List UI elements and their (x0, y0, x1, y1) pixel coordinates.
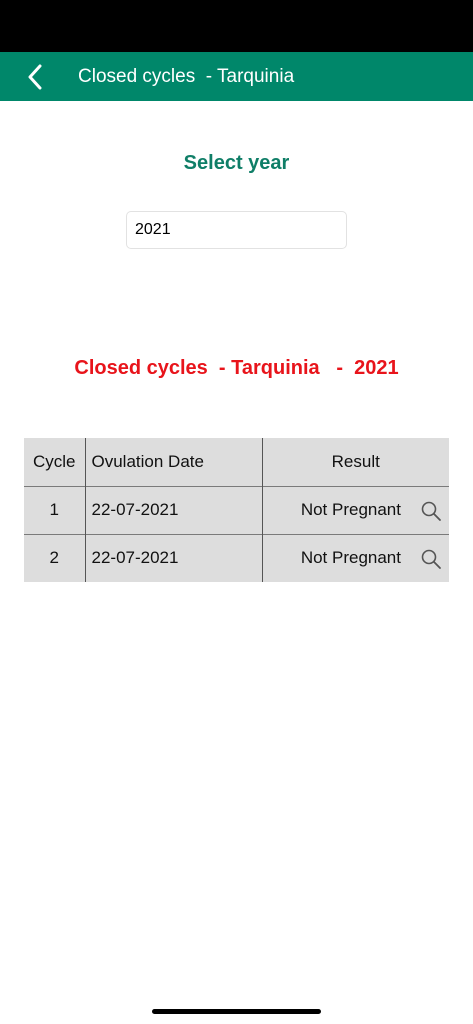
home-indicator (152, 1009, 321, 1014)
result-cell: Not Pregnant (261, 485, 449, 534)
section-title: Closed cycles - Tarquinia - 2021 (74, 357, 399, 379)
year-input[interactable] (126, 211, 347, 249)
result-cell: Not Pregnant (261, 533, 449, 582)
ovulation-date: 22-07-2021 (84, 485, 262, 534)
table-row[interactable]: 1 22-07-2021 Not Pregnant (24, 485, 449, 534)
status-bar (0, 0, 473, 52)
column-header-cycle: Cycle (32, 451, 76, 471)
result-value: Not Pregnant (300, 500, 401, 519)
cycle-number: 1 (24, 485, 85, 534)
search-icon[interactable] (420, 548, 442, 570)
chevron-left-icon (28, 64, 42, 90)
cycle-number: 2 (24, 533, 85, 582)
back-button[interactable] (18, 60, 52, 94)
search-icon[interactable] (420, 500, 442, 522)
ovulation-date: 22-07-2021 (84, 533, 262, 582)
table-header-row: Cycle Ovulation Date Result (24, 438, 449, 486)
table-row[interactable]: 2 22-07-2021 Not Pregnant (24, 533, 449, 582)
closed-cycles-table: Cycle Ovulation Date Result 1 22-07-2021… (24, 438, 449, 582)
column-header-result: Result (261, 438, 449, 486)
result-value: Not Pregnant (300, 548, 401, 568)
select-year-label: Select year (183, 152, 290, 174)
navigation-bar: Closed cycles - Tarquinia (0, 52, 473, 101)
column-header-ovulation-date: Ovulation Date (84, 438, 262, 486)
page-title: Closed cycles - Tarquinia (78, 66, 295, 87)
